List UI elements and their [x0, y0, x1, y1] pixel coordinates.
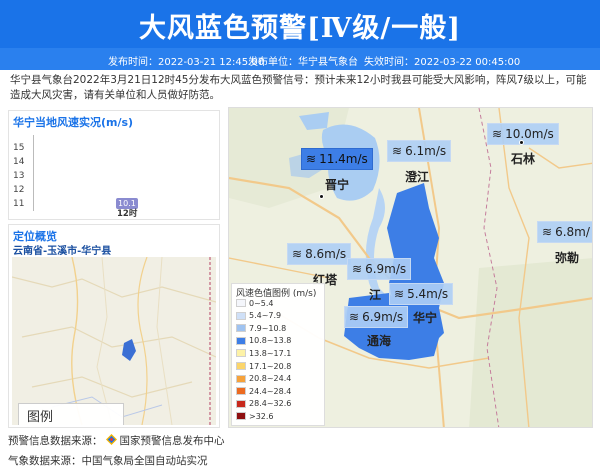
- scale-legend-row: 28.4~32.6: [236, 399, 291, 409]
- warning-center-logo-icon: [105, 434, 117, 445]
- location-panel: 定位概览 云南省-玉溪市-华宁县 图例 国界 省界: [8, 224, 220, 428]
- scale-color-swatch: [236, 349, 246, 358]
- station-wind-jinning[interactable]: ≋ 11.4m/s: [301, 148, 373, 170]
- scale-range-label: 7.9~10.8: [249, 323, 287, 333]
- scale-legend-row: 17.1~20.8: [236, 361, 291, 371]
- warning-source: 预警信息数据来源： 国家预警信息发布中心: [8, 434, 225, 447]
- weather-source: 气象数据来源：中国气象局全国自动站实况: [8, 455, 208, 467]
- scale-range-label: >32.6: [249, 411, 274, 421]
- scale-legend-row: 10.8~13.8: [236, 336, 291, 346]
- wind-icon: ≋: [306, 152, 317, 166]
- alert-meta-bar: 发布时间：2022-03-21 12:45:00 发布单位：华宁县气象台 失效时…: [0, 48, 600, 70]
- x-tick-label: 12时: [117, 209, 138, 219]
- y-tick-label: 13: [13, 171, 25, 181]
- wind-icon: ≋: [492, 127, 503, 141]
- scale-legend-row: 5.4~7.9: [236, 311, 281, 321]
- alert-description: 华宁县气象台2022年3月21日12时45分发布大风蓝色预警信号：预计未来12小…: [10, 74, 587, 101]
- wind-scale-legend: 风速色值图例 (m/s) 0~5.4 5.4~7.9 7.9~10.8 10.8~13…: [231, 283, 325, 426]
- scale-color-swatch: [236, 399, 246, 408]
- station-wind-hongta[interactable]: ≋ 8.6m/s: [287, 243, 352, 265]
- wind-icon: ≋: [392, 144, 403, 158]
- station-wind-chengjiang[interactable]: ≋ 6.1m/s: [387, 140, 452, 162]
- publisher: 发布单位：华宁县气象台: [248, 57, 358, 68]
- overview-map[interactable]: 图例 国界 省界: [12, 257, 216, 425]
- location-path: 云南省-玉溪市-华宁县: [13, 246, 112, 257]
- overview-legend: 图例 国界 省界: [18, 403, 124, 425]
- y-tick-label: 11: [13, 199, 25, 209]
- scale-color-swatch: [236, 311, 246, 320]
- wind-icon: ≋: [394, 287, 405, 301]
- wind-icon: ≋: [542, 225, 553, 239]
- scale-legend-row: >32.6: [236, 411, 274, 421]
- overview-map-svg: [12, 257, 216, 425]
- wind-icon: ≋: [292, 247, 303, 261]
- station-wind-huaning[interactable]: ≋ 5.4m/s: [389, 283, 454, 305]
- warning-center-link[interactable]: 国家预警信息发布中心: [120, 435, 225, 447]
- place-huaning: 华宁: [413, 311, 438, 325]
- place-mile: 弥勒: [555, 251, 580, 265]
- y-tick-label: 15: [13, 143, 25, 153]
- legend-title: 图例: [27, 410, 54, 425]
- scale-range-label: 28.4~32.6: [249, 399, 292, 409]
- station-pin: [519, 140, 524, 145]
- y-tick-label: 14: [13, 157, 25, 167]
- wind-icon: ≋: [352, 262, 363, 276]
- scale-color-swatch: [236, 387, 246, 396]
- station-pin: [319, 194, 324, 199]
- place-shilin: 石林: [511, 152, 536, 166]
- scale-legend-row: 24.4~28.4: [236, 386, 291, 396]
- y-axis: [33, 135, 34, 211]
- scale-range-label: 20.8~24.4: [249, 374, 292, 384]
- station-wind-jiangchuan[interactable]: ≋ 6.9m/s: [347, 258, 412, 280]
- scale-range-label: 17.1~20.8: [249, 361, 292, 371]
- scale-color-swatch: [236, 362, 246, 370]
- station-wind-mile[interactable]: ≋ 6.8m/: [537, 221, 592, 243]
- scale-legend-row: 20.8~24.4: [236, 374, 291, 384]
- scale-range-label: 0~5.4: [249, 298, 274, 308]
- place-jiang: 江: [369, 288, 382, 302]
- place-tonghai: 通海: [367, 334, 392, 348]
- station-wind-tonghai[interactable]: ≋ 6.9m/s: [344, 306, 409, 328]
- scale-color-swatch: [236, 374, 246, 383]
- publish-time: 发布时间：2022-03-21 12:45:00: [108, 57, 265, 68]
- scale-color-swatch: [236, 412, 246, 421]
- alert-title: 大风蓝色预警[Ⅳ级/一般]: [138, 13, 462, 44]
- y-tick-label: 12: [13, 185, 25, 195]
- scale-color-swatch: [236, 324, 246, 333]
- wind-icon: ≋: [349, 310, 360, 324]
- scale-legend-row: 7.9~10.8: [236, 323, 286, 333]
- alert-header: 大风蓝色预警[Ⅳ级/一般]: [0, 0, 600, 48]
- scale-color-swatch: [236, 299, 246, 307]
- expire-time: 失效时间：2022-03-22 00:45:00: [364, 57, 521, 68]
- wind-panel-title: 华宁当地风速实况(m/s): [13, 116, 134, 129]
- scale-legend-row: 13.8~17.1: [236, 348, 291, 358]
- scale-range-label: 5.4~7.9: [249, 311, 282, 321]
- scale-range-label: 24.4~28.4: [249, 386, 292, 396]
- scale-range-label: 13.8~17.1: [249, 348, 292, 358]
- scale-color-swatch: [236, 336, 246, 345]
- scale-legend-row: 0~5.4: [236, 298, 274, 308]
- place-jinning: 晋宁: [325, 178, 350, 192]
- place-chengjiang: 澄江: [405, 170, 430, 184]
- scale-range-label: 10.8~13.8: [249, 336, 292, 346]
- wind-speed-panel: 华宁当地风速实况(m/s) 15 14 13 12 11 10 10.1 12时: [8, 110, 220, 220]
